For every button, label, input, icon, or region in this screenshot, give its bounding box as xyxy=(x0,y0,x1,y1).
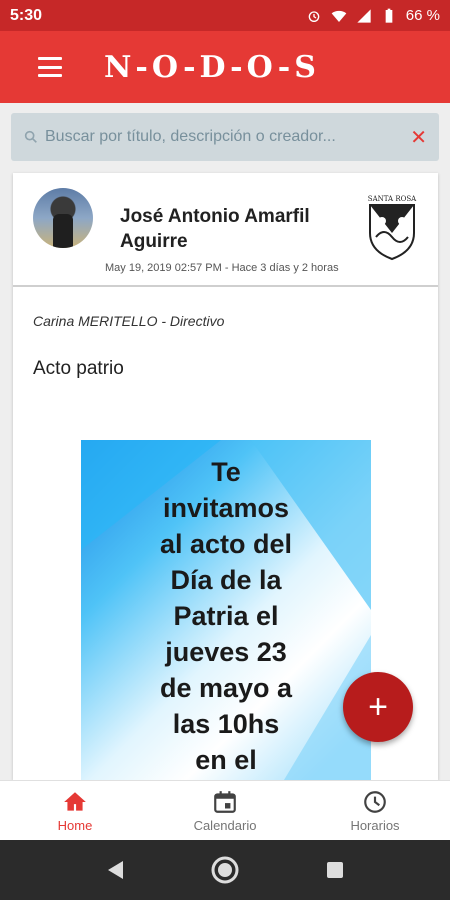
school-logo-text: SANTA ROSA xyxy=(368,195,417,203)
back-button[interactable] xyxy=(100,855,130,885)
back-icon xyxy=(108,861,123,879)
home-icon xyxy=(64,791,86,811)
signal-icon xyxy=(357,8,371,23)
battery-percent: 66 % xyxy=(405,7,440,24)
nav-home[interactable]: Home xyxy=(0,781,150,840)
menu-icon[interactable] xyxy=(38,57,62,77)
clock-icon xyxy=(364,790,386,813)
alarm-icon xyxy=(308,10,320,22)
app-bar: N-O-D-O-S xyxy=(0,31,450,103)
clear-search-icon[interactable]: ✕ xyxy=(410,125,427,150)
home-circle-icon xyxy=(211,856,239,884)
nav-calendario[interactable]: Calendario xyxy=(150,781,300,840)
post-image[interactable]: Te invitamos al acto del Día de la Patri… xyxy=(81,440,371,780)
author-name: José Antonio Amarfil Aguirre xyxy=(120,206,310,252)
system-nav xyxy=(0,840,450,900)
recents-icon xyxy=(327,862,343,878)
calendar-icon xyxy=(214,790,236,813)
post-header: José Antonio Amarfil Aguirre May 19, 201… xyxy=(13,173,438,287)
bottom-nav: Home Calendario Horarios xyxy=(0,780,450,840)
battery-icon xyxy=(385,8,393,23)
nav-horarios[interactable]: Horarios xyxy=(300,781,450,840)
search-input[interactable] xyxy=(45,128,411,146)
status-time: 5:30 xyxy=(10,6,43,24)
nav-calendario-label: Calendario xyxy=(193,817,257,833)
search-icon xyxy=(24,130,37,143)
wifi-icon xyxy=(331,10,347,22)
search-bar: ✕ xyxy=(11,113,439,161)
post-title: Acto patrio xyxy=(33,358,124,379)
status-bar: 5:30 66 % xyxy=(0,0,450,31)
nav-home-label: Home xyxy=(57,817,93,833)
avatar xyxy=(33,188,93,248)
recents-button[interactable] xyxy=(320,855,350,885)
status-icons: 66 % xyxy=(306,7,440,24)
school-logo: SANTA ROSA xyxy=(368,195,417,261)
post-date: May 19, 2019 02:57 PM - Hace 3 días y 2 … xyxy=(105,262,339,274)
nav-horarios-label: Horarios xyxy=(350,817,400,833)
home-button[interactable] xyxy=(210,855,240,885)
post-image-text: Te invitamos al acto del Día de la Patri… xyxy=(159,457,293,775)
post-author-role: Carina MERITELLO - Directivo xyxy=(33,313,225,329)
app-logo: N-O-D-O-S xyxy=(104,49,320,85)
